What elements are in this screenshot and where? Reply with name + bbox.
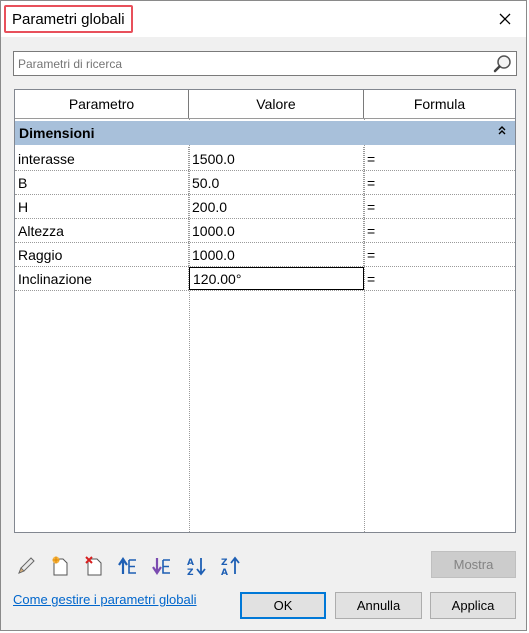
- edit-parameter-button[interactable]: [13, 553, 39, 579]
- table-row[interactable]: Inclinazione 120.00° =: [15, 267, 515, 291]
- parameter-name-cell[interactable]: Inclinazione: [15, 267, 189, 290]
- move-up-icon: [118, 557, 136, 574]
- parameter-name-cell[interactable]: B: [15, 171, 189, 194]
- help-link[interactable]: Come gestire i parametri globali: [13, 592, 197, 607]
- parameter-value-cell[interactable]: 1000.0: [189, 243, 364, 266]
- cancel-button[interactable]: Annulla: [335, 592, 422, 619]
- svg-text:A: A: [187, 558, 194, 568]
- parameter-toolbar: A Z Z A: [13, 553, 243, 579]
- pencil-icon: [18, 557, 35, 574]
- parameter-name-cell[interactable]: interasse: [15, 147, 189, 170]
- parameter-formula-cell[interactable]: =: [364, 267, 515, 290]
- global-parameters-dialog: Parametri globali Parametro Valore Formu…: [0, 0, 527, 631]
- parameter-formula-cell[interactable]: =: [364, 147, 515, 170]
- parameter-name-cell[interactable]: Altezza: [15, 219, 189, 242]
- table-row[interactable]: Raggio 1000.0 =: [15, 243, 515, 267]
- apply-button[interactable]: Applica: [430, 592, 516, 619]
- column-header-formula[interactable]: Formula: [364, 90, 515, 118]
- move-down-button[interactable]: [149, 553, 175, 579]
- table-row[interactable]: interasse 1500.0 =: [15, 147, 515, 171]
- parameter-name-cell[interactable]: H: [15, 195, 189, 218]
- parameter-formula-cell[interactable]: =: [364, 219, 515, 242]
- parameter-name-cell[interactable]: Raggio: [15, 243, 189, 266]
- group-header-dimensioni[interactable]: Dimensioni: [15, 121, 515, 145]
- table-row[interactable]: H 200.0 =: [15, 195, 515, 219]
- window-title: Parametri globali: [12, 10, 125, 28]
- delete-parameter-button[interactable]: [81, 553, 107, 579]
- move-up-button[interactable]: [115, 553, 141, 579]
- parameter-value-cell[interactable]: 1500.0: [189, 147, 364, 170]
- svg-text:Z: Z: [187, 568, 194, 577]
- ok-button[interactable]: OK: [240, 592, 326, 619]
- sort-ascending-button[interactable]: A Z: [183, 553, 209, 579]
- table-row[interactable]: B 50.0 =: [15, 171, 515, 195]
- parameter-value-cell-selected[interactable]: 120.00°: [189, 267, 364, 290]
- close-button[interactable]: [492, 7, 518, 31]
- sort-descending-button[interactable]: Z A: [217, 553, 243, 579]
- show-button[interactable]: Mostra: [431, 551, 516, 578]
- delete-document-icon: [85, 556, 102, 576]
- grid-rows: interasse 1500.0 = B 50.0 = H 200.0 = Al…: [15, 147, 515, 291]
- window-title-box: Parametri globali: [4, 5, 133, 33]
- search-box[interactable]: [13, 51, 517, 76]
- group-label: Dimensioni: [19, 125, 95, 141]
- sort-descending-icon: Z A: [221, 556, 240, 577]
- parameter-value-cell[interactable]: 50.0: [189, 171, 364, 194]
- parameters-grid: Parametro Valore Formula Dimensioni inte…: [14, 89, 516, 533]
- search-input[interactable]: [14, 56, 492, 71]
- grid-header: Parametro Valore Formula: [15, 90, 515, 119]
- search-icon[interactable]: [492, 53, 514, 75]
- new-document-icon: [52, 556, 68, 576]
- column-header-valore[interactable]: Valore: [189, 90, 364, 118]
- parameter-formula-cell[interactable]: =: [364, 195, 515, 218]
- move-down-icon: [152, 558, 170, 575]
- close-icon: [499, 13, 511, 25]
- collapse-icon[interactable]: [497, 125, 507, 137]
- column-header-parametro[interactable]: Parametro: [15, 90, 189, 118]
- sort-ascending-icon: A Z: [187, 558, 206, 577]
- parameter-formula-cell[interactable]: =: [364, 171, 515, 194]
- new-parameter-button[interactable]: [47, 553, 73, 579]
- title-bar: Parametri globali: [1, 1, 526, 37]
- table-row[interactable]: Altezza 1000.0 =: [15, 219, 515, 243]
- parameter-formula-cell[interactable]: =: [364, 243, 515, 266]
- parameter-value-cell[interactable]: 200.0: [189, 195, 364, 218]
- svg-text:A: A: [221, 568, 228, 577]
- parameter-value-cell[interactable]: 1000.0: [189, 219, 364, 242]
- svg-text:Z: Z: [221, 558, 228, 568]
